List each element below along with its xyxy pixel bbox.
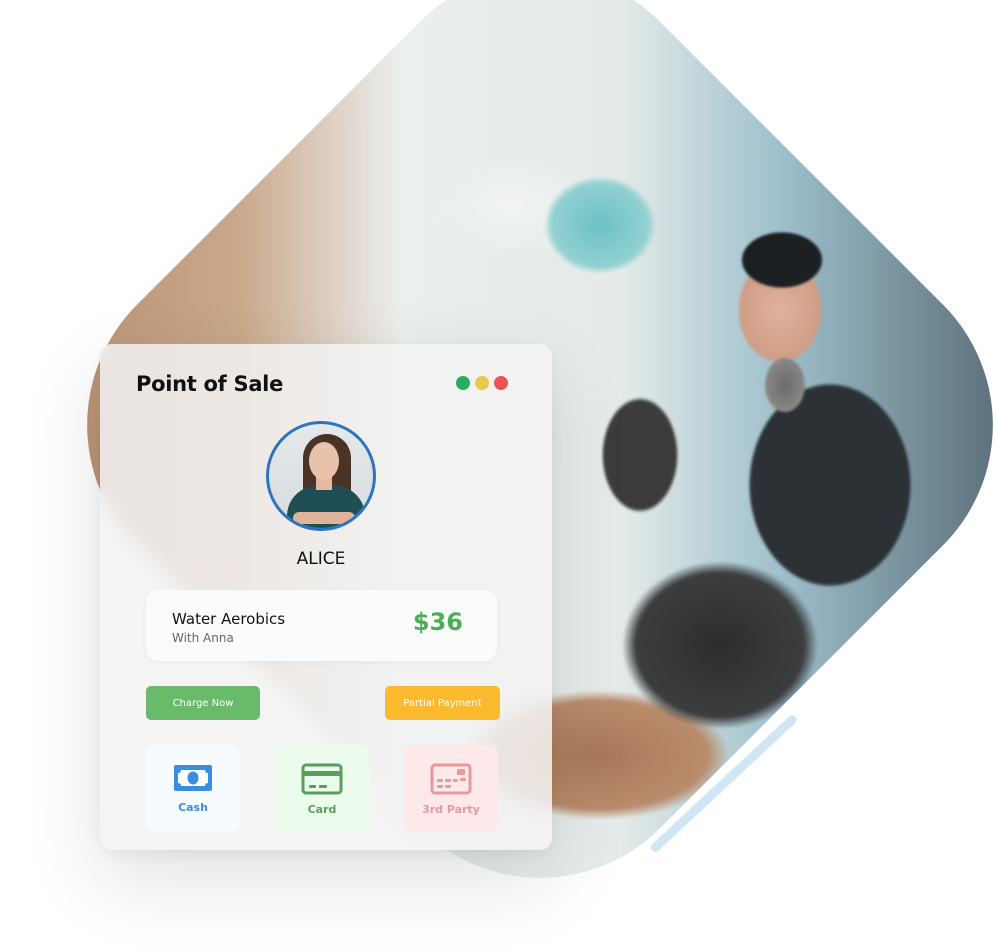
third-party-card-icon	[430, 763, 472, 795]
service-name: Water Aerobics	[172, 610, 286, 628]
cash-icon	[174, 765, 212, 791]
service-price: $36	[412, 608, 463, 636]
card-title: Point of Sale	[136, 372, 284, 396]
charge-now-button[interactable]: Charge Now	[146, 686, 260, 720]
customer-name: ALICE	[296, 549, 346, 569]
window-dot-red[interactable]	[494, 376, 508, 390]
avatar-arms	[293, 512, 355, 524]
payment-label-card: Card	[307, 803, 337, 816]
payment-label-cash: Cash	[178, 801, 208, 814]
payment-label-third-party: 3rd Party	[422, 803, 480, 816]
point-of-sale-card: Point of Sale ALICE Water Aerobics With …	[100, 344, 552, 850]
window-dot-green[interactable]	[456, 376, 470, 390]
customer-avatar	[266, 421, 376, 531]
credit-card-icon	[301, 763, 343, 795]
payment-method-card[interactable]: Card	[275, 745, 369, 832]
avatar-face	[309, 442, 339, 480]
service-instructor: With Anna	[172, 631, 234, 645]
window-controls	[456, 376, 508, 390]
avatar-body	[287, 486, 365, 528]
payment-method-cash[interactable]: Cash	[146, 745, 240, 832]
window-dot-yellow[interactable]	[475, 376, 489, 390]
service-summary[interactable]: Water Aerobics With Anna $36	[146, 590, 497, 661]
payment-method-third-party[interactable]: 3rd Party	[404, 745, 498, 832]
partial-payment-button[interactable]: Partial Payment	[385, 686, 500, 720]
